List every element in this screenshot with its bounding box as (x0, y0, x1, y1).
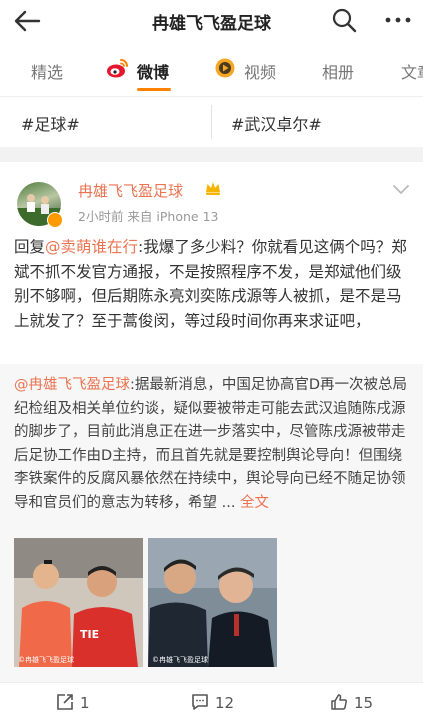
tab-article[interactable]: 文章 (401, 59, 423, 83)
full-text-link[interactable]: 全文 (240, 495, 269, 511)
page-title: 冉雄飞飞盈足球 (152, 14, 271, 34)
repost-icon (57, 694, 73, 710)
comment-count: 12 (215, 694, 235, 712)
tab-active-indicator (137, 88, 171, 91)
post-card: 冉雄飞飞盈足球 2小时前 来自 iPhone 13 回复@卖萌谁在行:我爆了多少… (0, 162, 423, 682)
verified-badge-icon (47, 212, 63, 228)
topic-football[interactable]: #足球# (21, 111, 80, 135)
quoted-post-body: @冉雄飞飞盈足球:据最新消息，中国足协高官D再一次被总局纪检组及相关单位约谈，疑… (14, 374, 412, 515)
more-icon[interactable] (383, 7, 413, 33)
quoted-post[interactable]: @冉雄飞飞盈足球:据最新消息，中国足协高官D再一次被总局纪检组及相关单位约谈，疑… (0, 364, 423, 682)
weibo-icon (107, 59, 128, 78)
action-bar: 1 12 15 (0, 682, 423, 725)
image-watermark: ©冉雄飞飞盈足球 (18, 655, 74, 664)
quoted-author-link[interactable]: @冉雄飞飞盈足球 (14, 377, 130, 393)
chevron-down-icon[interactable] (392, 184, 410, 196)
like-count: 15 (354, 694, 374, 712)
reply-prefix: 回复 (14, 238, 46, 256)
quoted-image-2[interactable]: ©冉雄飞飞盈足球 (148, 538, 277, 667)
like-icon (331, 694, 347, 710)
quoted-image-1[interactable]: TIE ©冉雄飞飞盈足球 (14, 538, 143, 667)
topic-bar: #足球# #武汉卓尔# (0, 97, 423, 147)
topic-wuhan-zall[interactable]: #武汉卓尔# (231, 111, 322, 135)
tab-video[interactable]: 视频 (244, 59, 276, 83)
comment-icon (192, 694, 208, 710)
mention-link[interactable]: @卖萌谁在行 (45, 238, 138, 256)
tab-featured[interactable]: 精选 (31, 59, 63, 83)
image-watermark: ©冉雄飞飞盈足球 (152, 655, 208, 664)
svg-text:TIE: TIE (80, 628, 99, 641)
top-bar: 冉雄飞飞盈足球 (0, 0, 423, 42)
repost-count: 1 (80, 694, 90, 712)
quoted-text: :据最新消息，中国足协高官D再一次被总局纪检组及相关单位约谈，疑似要被带走可能去… (14, 377, 408, 511)
profile-tabs: 精选 微博 视频 相册 文章 (0, 42, 423, 97)
comment-button[interactable]: 12 (191, 693, 234, 712)
search-icon[interactable] (331, 7, 357, 33)
tab-album[interactable]: 相册 (322, 59, 354, 83)
like-button[interactable]: 15 (330, 693, 373, 712)
repost-button[interactable]: 1 (56, 693, 90, 712)
video-icon (215, 58, 235, 78)
topic-divider (211, 105, 212, 139)
post-meta: 2小时前 来自 iPhone 13 (78, 209, 219, 224)
post-body: 回复@卖萌谁在行:我爆了多少料？你就看见这俩个吗？郑斌不抓不发官方通报，不是按照… (14, 235, 412, 333)
post-author[interactable]: 冉雄飞飞盈足球 (78, 180, 183, 201)
vip-crown-icon (206, 182, 220, 195)
tab-weibo[interactable]: 微博 (137, 59, 169, 83)
